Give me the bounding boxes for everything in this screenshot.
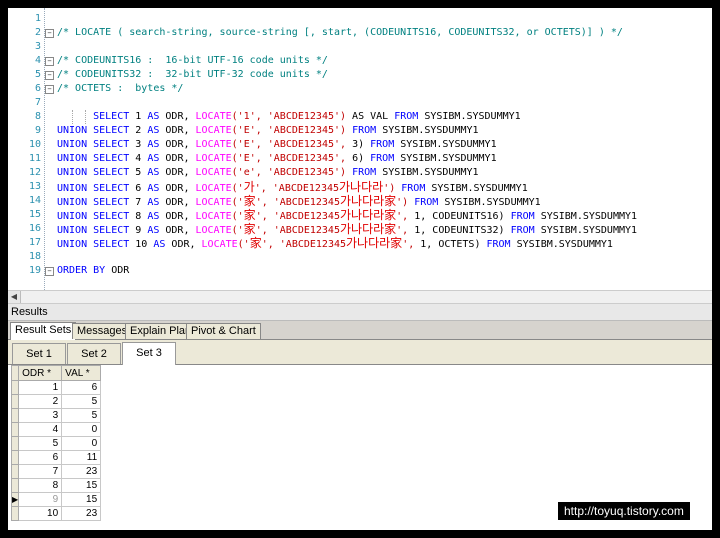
line-number: 2 — [34, 27, 41, 38]
row-selector[interactable] — [10, 408, 20, 423]
cell-odr[interactable]: 1 — [18, 380, 63, 395]
line-number: 1 — [34, 13, 41, 24]
code-line-comment: /* OCTETS : bytes */ — [57, 83, 184, 94]
code-line: UNION SELECT 3 AS ODR, LOCATE('E', 'ABCD… — [57, 139, 497, 150]
line-number: 19 — [28, 265, 41, 276]
tab-set-2[interactable]: Set 2 — [67, 343, 121, 364]
table-row[interactable]: 6 11 — [10, 450, 102, 465]
fold-toggle-icon[interactable]: − — [45, 85, 54, 94]
cell-odr[interactable]: 9 — [18, 492, 63, 507]
cell-val[interactable]: 11 — [61, 450, 102, 465]
cell-val[interactable]: 6 — [61, 380, 102, 395]
cell-odr[interactable]: 10 — [18, 506, 63, 521]
table-row[interactable]: 50 — [10, 436, 102, 451]
tab-set-1[interactable]: Set 1 — [12, 343, 66, 364]
line-number: 7 — [34, 97, 41, 108]
row-selector[interactable] — [10, 478, 20, 493]
tab-messages[interactable]: Messages — [72, 323, 133, 339]
tab-set-3[interactable]: Set 3 — [122, 342, 176, 365]
column-header-odr[interactable]: ODR * — [18, 365, 63, 381]
cell-odr[interactable]: 2 — [18, 394, 63, 409]
tab-pivot-chart[interactable]: Pivot & Chart — [186, 323, 261, 339]
code-line: UNION SELECT 10 AS ODR, LOCATE('家', 'ABC… — [57, 236, 613, 250]
watermark: http://toyuq.tistory.com — [558, 502, 690, 520]
line-number: 13 — [28, 181, 41, 192]
table-row[interactable]: ▶ 9 15 — [10, 492, 102, 507]
current-row-marker-icon[interactable]: ▶ — [10, 492, 20, 507]
sql-editor[interactable]: 1 2 3 4 5 6 7 8 9 10 11 12 13 14 15 16 1… — [8, 8, 712, 290]
row-selector[interactable] — [10, 506, 20, 521]
horizontal-scrollbar[interactable]: ◀ — [8, 290, 712, 304]
table-row[interactable]: 16 — [10, 380, 102, 395]
line-number: 8 — [34, 111, 41, 122]
code-line: SELECT 1 AS ODR, LOCATE('1', 'ABCDE12345… — [93, 111, 521, 122]
line-number: 18 — [28, 251, 41, 262]
code-line: ORDER BY ODR — [57, 265, 130, 276]
tab-result-sets[interactable]: Result Sets — [10, 322, 77, 340]
cell-val[interactable]: 15 — [61, 492, 102, 507]
fold-toggle-icon[interactable]: − — [45, 29, 54, 38]
cell-val[interactable]: 5 — [61, 408, 102, 423]
table-row[interactable]: 7 23 — [10, 464, 102, 479]
code-line-comment: /* CODEUNITS32 : 32-bit UTF-32 code unit… — [57, 69, 328, 80]
line-number: 3 — [34, 41, 41, 52]
line-number: 11 — [28, 153, 41, 164]
row-selector[interactable] — [10, 422, 20, 437]
cell-val[interactable]: 0 — [61, 436, 102, 451]
row-selector[interactable] — [10, 380, 20, 395]
cell-val[interactable]: 23 — [61, 464, 102, 479]
cell-odr[interactable]: 7 — [18, 464, 63, 479]
app-window: 1 2 3 4 5 6 7 8 9 10 11 12 13 14 15 16 1… — [8, 8, 712, 530]
cell-val[interactable]: 5 — [61, 394, 102, 409]
fold-toggle-icon[interactable]: − — [45, 57, 54, 66]
line-number: 10 — [28, 139, 41, 150]
code-line: UNION SELECT 2 AS ODR, LOCATE('E', 'ABCD… — [57, 125, 479, 136]
cell-odr[interactable]: 3 — [18, 408, 63, 423]
table-row[interactable]: 25 — [10, 394, 102, 409]
line-number: 14 — [28, 195, 41, 206]
line-number: 9 — [34, 125, 41, 136]
cell-val[interactable]: 0 — [61, 422, 102, 437]
row-selector[interactable] — [10, 394, 20, 409]
column-header-val[interactable]: VAL * — [61, 365, 102, 381]
result-grid-area: ODR * VAL * 16 25 35 40 50 6 11 7 23 8 15 ▶… — [8, 365, 712, 530]
fold-toggle-icon[interactable]: − — [45, 267, 54, 276]
cell-odr[interactable]: 6 — [18, 450, 63, 465]
row-selector[interactable] — [10, 436, 20, 451]
code-line-comment: /* CODEUNITS16 : 16-bit UTF-16 code unit… — [57, 55, 328, 66]
cell-odr[interactable]: 4 — [18, 422, 63, 437]
cell-odr[interactable]: 8 — [18, 478, 63, 493]
line-number: 5 — [34, 69, 41, 80]
table-row[interactable]: 8 15 — [10, 478, 102, 493]
cell-odr[interactable]: 5 — [18, 436, 63, 451]
line-number: 15 — [28, 209, 41, 220]
line-number: 16 — [28, 223, 41, 234]
line-number: 12 — [28, 167, 41, 178]
code-line-comment: /* LOCATE ( search-string, source-string… — [57, 27, 623, 38]
table-row[interactable]: 40 — [10, 422, 102, 437]
line-number: 17 — [28, 237, 41, 248]
code-line: UNION SELECT 5 AS ODR, LOCATE('e', 'ABCD… — [57, 167, 479, 178]
result-set-tab-bar: Set 1 Set 2 Set 3 — [8, 340, 712, 365]
results-tab-bar: Result Sets Messages Explain Plan Pivot … — [8, 321, 712, 340]
cell-val[interactable]: 23 — [61, 506, 102, 521]
result-grid[interactable]: ODR * VAL * 16 25 35 40 50 6 11 7 23 8 15 ▶… — [10, 365, 102, 521]
scroll-left-icon[interactable]: ◀ — [8, 291, 21, 303]
table-row[interactable]: 35 — [10, 408, 102, 423]
row-selector-header[interactable] — [10, 365, 20, 381]
row-selector[interactable] — [10, 450, 20, 465]
results-panel-title: Results — [8, 304, 712, 321]
fold-toggle-icon[interactable]: − — [45, 71, 54, 80]
table-row[interactable]: 10 23 — [10, 506, 102, 521]
line-number: 6 — [34, 83, 41, 94]
code-line: UNION SELECT 4 AS ODR, LOCATE('E', 'ABCD… — [57, 153, 497, 164]
line-number: 4 — [34, 55, 41, 66]
cell-val[interactable]: 15 — [61, 478, 102, 493]
row-selector[interactable] — [10, 464, 20, 479]
